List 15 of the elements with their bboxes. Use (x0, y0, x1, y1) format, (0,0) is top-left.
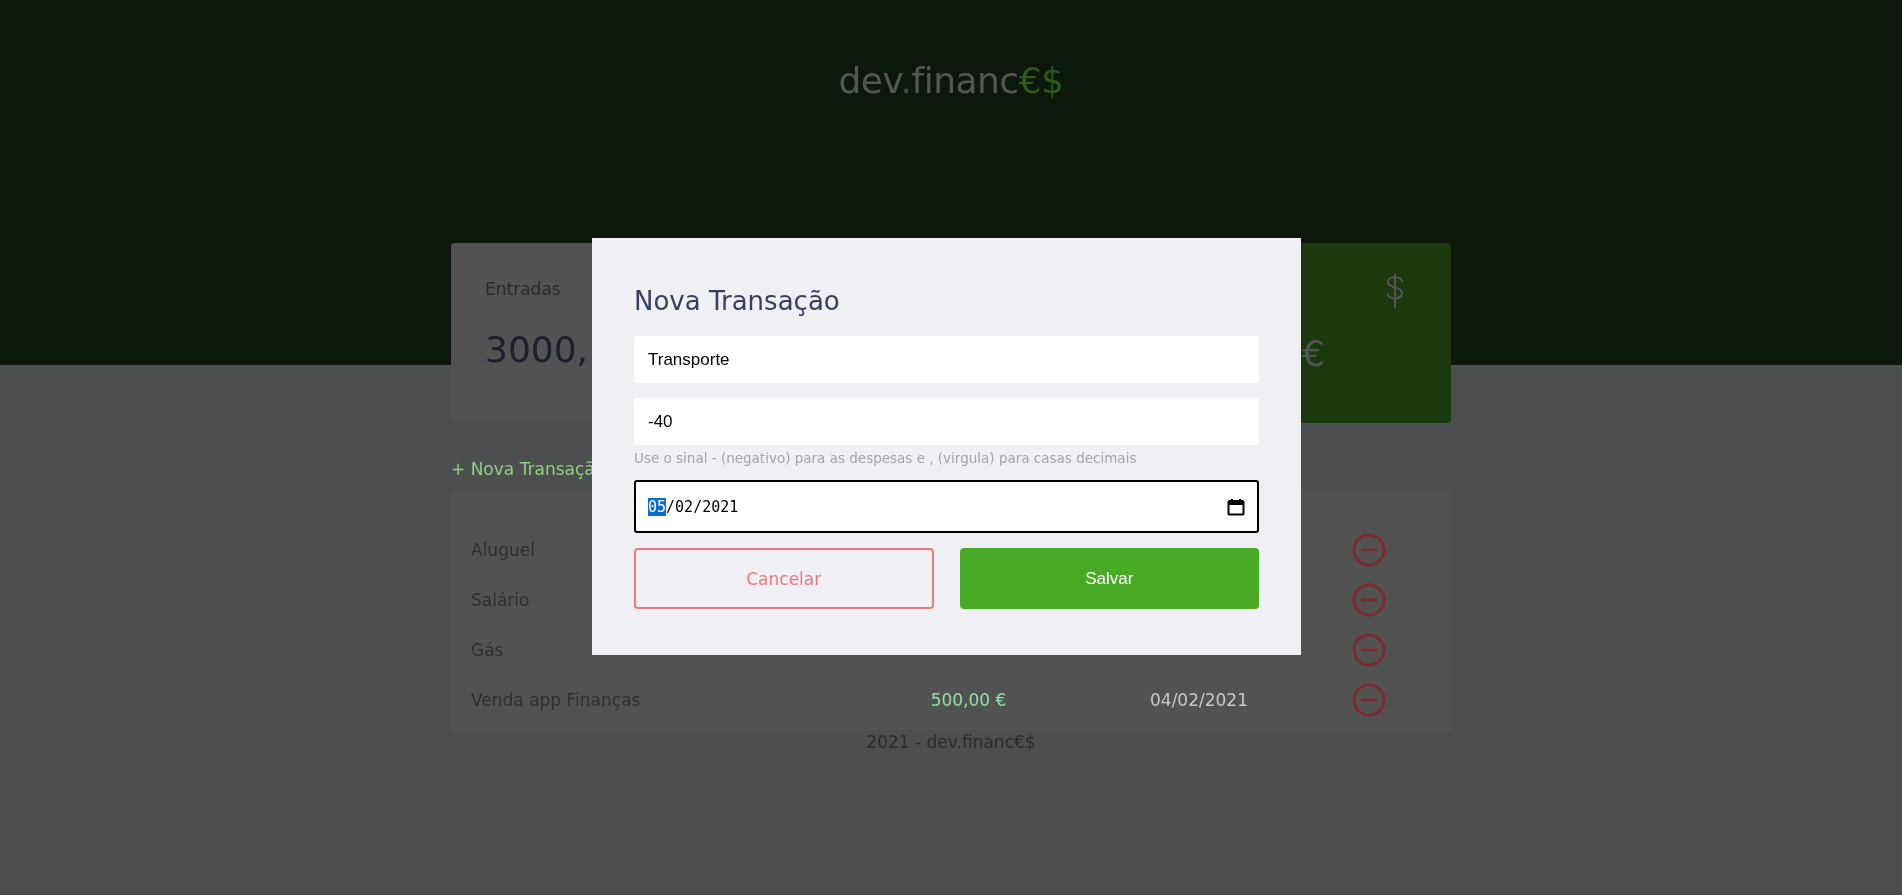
help-text: Use o sinal - (negativo) para as despesas e , (virgula) para casas decimais (634, 450, 1138, 466)
calendar-icon[interactable] (1227, 497, 1245, 516)
amount-field[interactable]: -40 (634, 398, 1259, 445)
remove-icon[interactable] (1352, 633, 1386, 667)
logo: dev.financ€$ (838, 60, 1064, 103)
card-value: € (1302, 333, 1325, 374)
date-field[interactable]: 05/02/2021 (634, 480, 1259, 533)
new-transaction-link[interactable]: + Nova Transaçã (451, 459, 595, 479)
description-field[interactable]: Transporte (634, 336, 1259, 383)
remove-icon[interactable] (1352, 533, 1386, 567)
amount-cell: 500,00 € (930, 690, 1007, 710)
modal-title: Nova Transação (634, 286, 841, 316)
date-cell: 04/02/2021 (1150, 690, 1248, 710)
remove-icon[interactable] (1352, 683, 1386, 717)
remove-icon[interactable] (1352, 583, 1386, 617)
